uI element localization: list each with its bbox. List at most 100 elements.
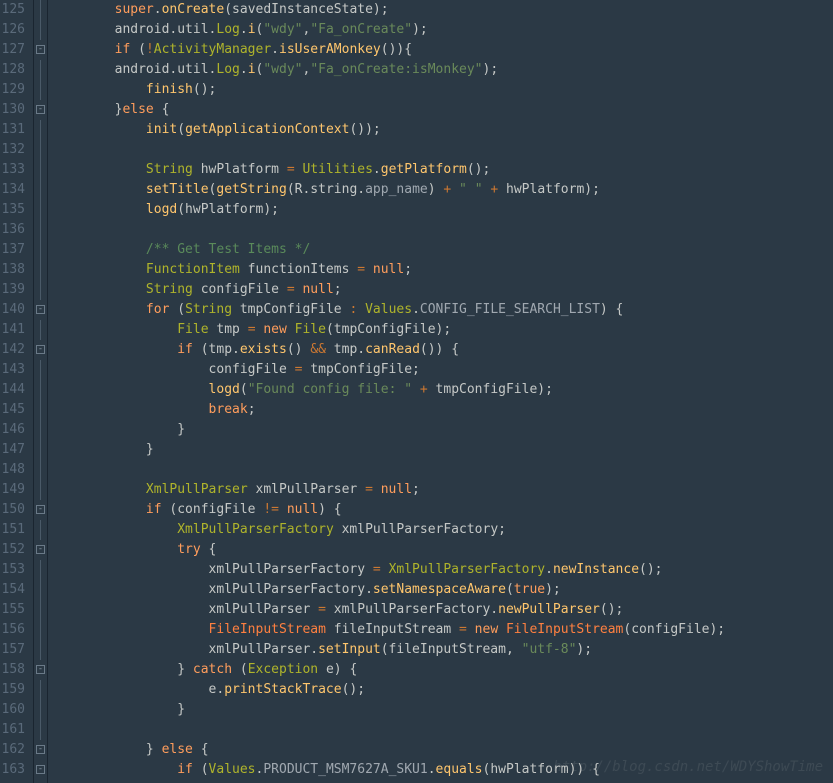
token-plain: . xyxy=(373,162,381,177)
token-plain xyxy=(52,402,209,417)
line-number: 159 xyxy=(0,680,25,700)
line-number: 132 xyxy=(0,140,25,160)
code-line[interactable]: android.util.Log.i("wdy","Fa_onCreate:is… xyxy=(52,60,833,80)
fold-toggle-icon[interactable]: - xyxy=(34,740,47,760)
code-line[interactable] xyxy=(52,720,833,740)
code-line[interactable]: for (String tmpConfigFile : Values.CONFI… xyxy=(52,300,833,320)
fold-guide xyxy=(34,600,47,620)
token-plain: ); xyxy=(483,62,499,77)
code-line[interactable]: configFile = tmpConfigFile; xyxy=(52,360,833,380)
token-method: setNamespaceAware xyxy=(373,582,506,597)
code-line[interactable]: String hwPlatform = Utilities.getPlatfor… xyxy=(52,160,833,180)
line-number: 163 xyxy=(0,760,25,780)
code-line[interactable]: xmlPullParserFactory.setNamespaceAware(t… xyxy=(52,580,833,600)
code-line[interactable] xyxy=(52,220,833,240)
token-plain: { xyxy=(193,742,209,757)
code-line[interactable]: try { xyxy=(52,540,833,560)
token-plain: } xyxy=(52,702,185,717)
token-plain xyxy=(52,182,146,197)
fold-column: --------- xyxy=(34,0,48,783)
code-line[interactable]: logd("Found config file: " + tmpConfigFi… xyxy=(52,380,833,400)
token-plain: ; xyxy=(334,282,342,297)
code-line[interactable]: init(getApplicationContext()); xyxy=(52,120,833,140)
token-plain xyxy=(52,302,146,317)
token-method: canRead xyxy=(365,342,420,357)
token-cls: XmlPullParserFactory xyxy=(177,522,334,537)
code-line[interactable]: xmlPullParser.setInput(fileInputStream, … xyxy=(52,640,833,660)
token-plain: tmpConfigFile; xyxy=(302,362,419,377)
token-cls: Utilities xyxy=(302,162,372,177)
token-op: + xyxy=(420,382,428,397)
token-plain: (hwPlatform); xyxy=(177,202,279,217)
token-method: getPlatform xyxy=(381,162,467,177)
code-line[interactable]: if (configFile != null) { xyxy=(52,500,833,520)
code-line[interactable] xyxy=(52,460,833,480)
line-number: 139 xyxy=(0,280,25,300)
fold-guide xyxy=(34,700,47,720)
code-line[interactable]: FileInputStream fileInputStream = new Fi… xyxy=(52,620,833,640)
fold-toggle-icon[interactable]: - xyxy=(34,500,47,520)
fold-toggle-icon[interactable]: - xyxy=(34,100,47,120)
token-cls: Exception xyxy=(248,662,318,677)
token-plain: (); xyxy=(467,162,490,177)
token-plain xyxy=(381,562,389,577)
fold-toggle-icon[interactable]: - xyxy=(34,300,47,320)
code-area[interactable]: super.onCreate(savedInstanceState); andr… xyxy=(48,0,833,783)
token-plain xyxy=(52,282,146,297)
fold-guide xyxy=(34,460,47,480)
code-line[interactable]: xmlPullParser = xmlPullParserFactory.new… xyxy=(52,600,833,620)
token-plain: (); xyxy=(342,682,365,697)
code-line[interactable]: FunctionItem functionItems = null; xyxy=(52,260,833,280)
token-plain: . xyxy=(412,302,420,317)
code-line[interactable]: logd(hwPlatform); xyxy=(52,200,833,220)
code-line[interactable] xyxy=(52,140,833,160)
code-line[interactable]: File tmp = new File(tmpConfigFile); xyxy=(52,320,833,340)
code-line[interactable]: if (!ActivityManager.isUserAMonkey()){ xyxy=(52,40,833,60)
line-number: 125 xyxy=(0,0,25,20)
fold-guide xyxy=(34,60,47,80)
code-line[interactable]: } catch (Exception e) { xyxy=(52,660,833,680)
code-line[interactable]: } xyxy=(52,420,833,440)
fold-guide xyxy=(34,620,47,640)
code-line[interactable]: XmlPullParser xmlPullParser = null; xyxy=(52,480,833,500)
token-plain: ) { xyxy=(318,502,341,517)
code-line[interactable]: xmlPullParserFactory = XmlPullParserFact… xyxy=(52,560,833,580)
token-method: i xyxy=(248,22,256,37)
code-line[interactable]: super.onCreate(savedInstanceState); xyxy=(52,0,833,20)
code-line[interactable]: finish(); xyxy=(52,80,833,100)
code-line[interactable]: } xyxy=(52,700,833,720)
token-plain: configFile xyxy=(52,362,295,377)
line-number: 146 xyxy=(0,420,25,440)
token-plain: } xyxy=(52,102,122,117)
code-line[interactable]: if (tmp.exists() && tmp.canRead()) { xyxy=(52,340,833,360)
code-line[interactable]: String configFile = null; xyxy=(52,280,833,300)
fold-guide xyxy=(34,380,47,400)
token-cls: Log xyxy=(216,22,239,37)
fold-toggle-icon[interactable]: - xyxy=(34,660,47,680)
code-line[interactable]: } xyxy=(52,440,833,460)
code-line[interactable]: XmlPullParserFactory xmlPullParserFactor… xyxy=(52,520,833,540)
fold-toggle-icon[interactable]: - xyxy=(34,760,47,780)
token-method: printStackTrace xyxy=(224,682,341,697)
code-line[interactable]: android.util.Log.i("wdy","Fa_onCreate"); xyxy=(52,20,833,40)
token-kw: new xyxy=(475,622,498,637)
token-plain: ; xyxy=(404,262,412,277)
token-plain xyxy=(412,382,420,397)
token-plain: functionItems xyxy=(240,262,357,277)
token-kw: else xyxy=(122,102,153,117)
code-line[interactable]: e.printStackTrace(); xyxy=(52,680,833,700)
code-line[interactable]: }else { xyxy=(52,100,833,120)
token-plain: ); xyxy=(545,582,561,597)
token-plain: (); xyxy=(639,562,662,577)
token-str: " " xyxy=(459,182,482,197)
code-line[interactable]: } else { xyxy=(52,740,833,760)
code-line[interactable]: /** Get Test Items */ xyxy=(52,240,833,260)
code-line[interactable]: setTitle(getString(R.string.app_name) + … xyxy=(52,180,833,200)
code-line[interactable]: break; xyxy=(52,400,833,420)
fold-toggle-icon[interactable]: - xyxy=(34,540,47,560)
fold-toggle-icon[interactable]: - xyxy=(34,40,47,60)
fold-toggle-icon[interactable]: - xyxy=(34,340,47,360)
code-line[interactable]: if (Values.PRODUCT_MSM7627A_SKU1.equals(… xyxy=(52,760,833,780)
token-plain: ); xyxy=(576,642,592,657)
token-str: "Fa_onCreate" xyxy=(310,22,412,37)
